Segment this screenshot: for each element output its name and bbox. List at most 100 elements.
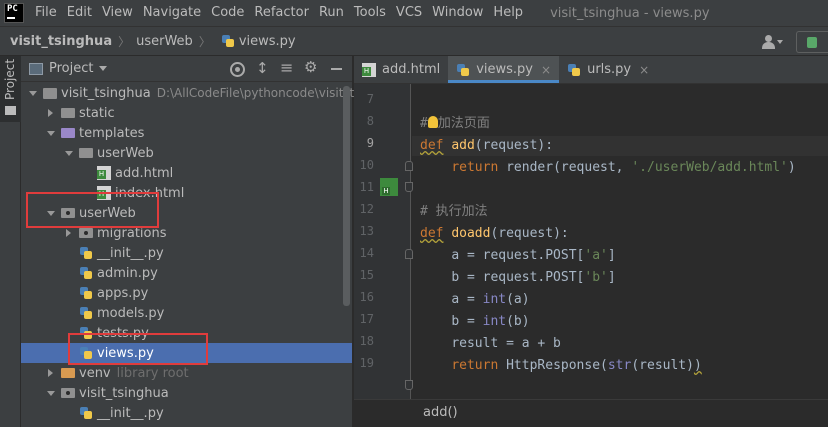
builtin-name: str xyxy=(607,358,632,373)
breadcrumb-file: views.py xyxy=(238,33,296,49)
menu-refactor[interactable]: Refactor xyxy=(249,0,314,26)
editor-tab[interactable]: views.py × xyxy=(448,56,560,83)
editor-panel: add.html views.py × urls.py × 7 8 9 10 11 12 13 14 1… xyxy=(354,56,828,427)
tree-item[interactable]: visit_tsinghua D:\AllCodeFile\pythoncode\… xyxy=(21,83,360,103)
code-text: ] xyxy=(607,248,616,263)
tree-item[interactable]: models.py xyxy=(21,303,352,323)
tree-item[interactable]: visit_tsinghua xyxy=(21,383,352,403)
chevron-right-icon[interactable] xyxy=(45,107,57,119)
menu-view[interactable]: View xyxy=(97,0,138,26)
menu-code[interactable]: Code xyxy=(206,0,249,26)
menu-vcs[interactable]: VCS xyxy=(391,0,427,26)
editor-breadcrumb-bar: add() xyxy=(354,399,828,427)
tree-scrollbar[interactable] xyxy=(343,86,350,306)
locate-file-icon[interactable] xyxy=(228,60,246,78)
keyword-def: def xyxy=(420,138,444,153)
pycharm-logo-icon: PC xyxy=(4,3,24,23)
menu-tools[interactable]: Tools xyxy=(349,0,391,26)
menu-help[interactable]: Help xyxy=(488,0,528,26)
hide-panel-icon[interactable] xyxy=(328,60,346,78)
menu-window[interactable]: Window xyxy=(427,0,488,26)
line-number: 15 xyxy=(359,268,374,282)
tree-item-label: visit_tsinghua xyxy=(79,385,169,401)
python-file-icon xyxy=(79,246,93,260)
tree-item[interactable]: __init__.py xyxy=(21,243,352,263)
tree-item[interactable]: admin.py xyxy=(21,263,352,283)
chevron-right-icon[interactable] xyxy=(45,367,57,379)
code-text: a = xyxy=(451,292,483,307)
breadcrumb-folder[interactable]: userWeb xyxy=(136,34,193,49)
library-folder-icon xyxy=(61,368,75,378)
tree-item[interactable]: apps.py xyxy=(21,283,352,303)
builtin-name: int xyxy=(482,292,507,307)
html-template-gutter-icon[interactable] xyxy=(380,178,398,196)
breadcrumb-file-item[interactable]: views.py xyxy=(217,34,296,49)
run-configuration-selector[interactable] xyxy=(796,31,828,53)
chevron-right-icon[interactable] xyxy=(63,227,75,239)
tree-item[interactable]: userWeb xyxy=(21,143,352,163)
code-text: ) xyxy=(787,160,796,175)
menu-edit[interactable]: Edit xyxy=(62,0,97,26)
editor-tab-label: views.py xyxy=(476,62,534,77)
editor-breadcrumb-function[interactable]: add() xyxy=(423,405,458,420)
python-file-icon xyxy=(79,306,93,320)
window-title: visit_tsinghua - views.py xyxy=(550,5,710,21)
project-tool-tab-label: Project xyxy=(3,58,17,100)
close-icon[interactable]: × xyxy=(541,63,551,77)
folder-icon xyxy=(5,106,16,115)
project-panel-title[interactable]: Project xyxy=(49,61,93,76)
intention-bulb-icon[interactable] xyxy=(427,116,438,128)
annotation-box-userweb xyxy=(26,192,159,228)
tree-item[interactable]: __init__.py xyxy=(21,403,352,423)
string-literal: 'a' xyxy=(584,248,608,263)
python-file-icon xyxy=(567,63,581,77)
code-text: b = xyxy=(451,314,483,329)
tree-item-label: templates xyxy=(79,125,145,141)
project-path-hint: D:\AllCodeFile\pythoncode\visit_ts xyxy=(156,86,361,100)
editor-tabs: add.html views.py × urls.py × xyxy=(354,56,828,84)
menu-run[interactable]: Run xyxy=(314,0,349,26)
code-line-9: def add(request): xyxy=(412,136,828,156)
editor-tab[interactable]: urls.py × xyxy=(559,56,657,83)
code-text: (request): xyxy=(474,138,554,153)
code-text: a = request.POST[ xyxy=(451,248,585,263)
line-number: 17 xyxy=(359,312,374,326)
chevron-down-icon[interactable] xyxy=(63,147,75,159)
gear-icon[interactable] xyxy=(303,58,321,78)
python-file-icon xyxy=(79,406,93,420)
chevron-down-icon[interactable] xyxy=(45,127,57,139)
editor-tab[interactable]: add.html xyxy=(354,56,448,83)
code-line-15: b = request.POST['b'] xyxy=(420,268,615,288)
collapse-all-icon[interactable] xyxy=(278,58,296,78)
tree-item[interactable]: static xyxy=(21,103,352,123)
menu-file[interactable]: File xyxy=(30,0,62,26)
keyword-return: return xyxy=(451,160,499,175)
chevron-down-icon[interactable] xyxy=(99,66,108,71)
tree-item[interactable]: venv library root xyxy=(21,363,352,383)
editor-tab-label: urls.py xyxy=(587,62,632,77)
close-icon[interactable]: × xyxy=(639,63,649,77)
comment-text: # 执行加法 xyxy=(420,204,488,219)
code-text: result = a + b xyxy=(451,336,561,351)
code-editor[interactable]: # 加法页面 def add(request): return render(re… xyxy=(412,84,828,399)
tree-item-label: add.html xyxy=(115,165,174,181)
project-panel-header: Project xyxy=(21,56,352,82)
tree-item[interactable]: add.html xyxy=(21,163,352,183)
project-folder-icon xyxy=(43,88,57,99)
code-line-8: # 加法页面 xyxy=(420,114,490,134)
project-tool-tab[interactable]: Project xyxy=(0,56,21,122)
chevron-down-icon[interactable] xyxy=(27,87,39,99)
breadcrumb-project[interactable]: visit_tsinghua xyxy=(10,34,112,49)
chevron-down-icon[interactable] xyxy=(45,387,57,399)
logo-text: PC xyxy=(7,4,18,14)
expand-all-icon[interactable] xyxy=(253,59,271,78)
menu-navigate[interactable]: Navigate xyxy=(138,0,206,26)
code-text: b = request.POST[ xyxy=(451,270,585,285)
user-account-icon[interactable] xyxy=(760,34,783,50)
package-folder-icon xyxy=(61,388,75,398)
line-number: 14 xyxy=(359,246,374,260)
line-number: 12 xyxy=(359,202,374,216)
tree-item[interactable]: templates xyxy=(21,123,352,143)
